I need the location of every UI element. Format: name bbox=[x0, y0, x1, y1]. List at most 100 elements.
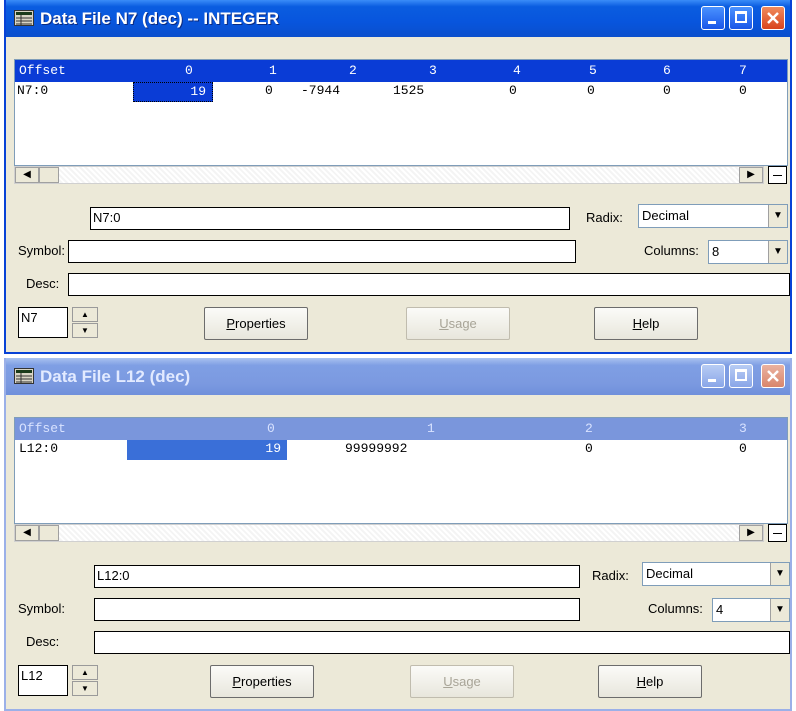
symbol-field[interactable] bbox=[94, 598, 580, 621]
symbol-label: Symbol: bbox=[18, 243, 65, 258]
cell-col-1[interactable]: 99999992 bbox=[345, 441, 407, 456]
scroll-right-icon[interactable]: ▶ bbox=[739, 525, 763, 541]
scroll-thumb[interactable] bbox=[39, 525, 59, 541]
horizontal-scrollbar[interactable]: ◀ ▶ bbox=[14, 166, 764, 184]
header-col-3: 3 bbox=[739, 421, 747, 436]
radix-label: Radix: bbox=[592, 568, 629, 583]
desc-label: Desc: bbox=[26, 276, 60, 291]
cell-col-6[interactable]: 0 bbox=[663, 83, 671, 98]
scroll-thumb[interactable] bbox=[39, 167, 59, 183]
collapse-button[interactable] bbox=[768, 524, 787, 542]
file-input[interactable]: L12 bbox=[18, 665, 68, 696]
close-icon bbox=[767, 370, 779, 382]
help-label: elp bbox=[642, 316, 660, 331]
header-col-5: 5 bbox=[589, 63, 597, 78]
columns-select[interactable]: 4 ▼ bbox=[712, 598, 790, 622]
scroll-left-icon[interactable]: ◀ bbox=[15, 167, 39, 183]
collapse-button[interactable] bbox=[768, 166, 787, 184]
spin-down-icon[interactable]: ▼ bbox=[72, 681, 98, 696]
properties-mnemonic: P bbox=[232, 674, 242, 689]
header-col-4: 4 bbox=[513, 63, 521, 78]
desc-field[interactable] bbox=[94, 631, 790, 654]
title-bar[interactable]: Data File N7 (dec) -- INTEGER bbox=[6, 0, 790, 37]
maximize-button[interactable] bbox=[729, 6, 753, 30]
columns-value: 4 bbox=[716, 602, 724, 617]
data-grid[interactable]: Offset 0 1 2 3 4 5 6 7 19 N7:0 0 -7944 1… bbox=[14, 59, 788, 166]
cell-col-3[interactable]: 0 bbox=[739, 441, 747, 456]
cell-col-5[interactable]: 0 bbox=[587, 83, 595, 98]
cell-col-2[interactable]: -7944 bbox=[301, 83, 340, 98]
grid-header: Offset 0 1 2 3 4 5 6 7 bbox=[15, 60, 787, 82]
header-col-0: 0 bbox=[185, 63, 193, 78]
cell-col-4[interactable]: 0 bbox=[509, 83, 517, 98]
chevron-down-icon[interactable]: ▼ bbox=[770, 599, 789, 621]
close-button[interactable] bbox=[761, 6, 785, 30]
radix-select[interactable]: Decimal ▼ bbox=[642, 562, 790, 586]
window-title: Data File N7 (dec) -- INTEGER bbox=[40, 9, 279, 28]
help-button[interactable]: Help bbox=[598, 665, 702, 698]
columns-label: Columns: bbox=[644, 243, 699, 258]
grid-header: Offset 0 1 2 3 bbox=[15, 418, 787, 440]
usage-mnemonic: U bbox=[439, 316, 449, 331]
spin-down-icon[interactable]: ▼ bbox=[72, 323, 98, 338]
header-offset: Offset bbox=[19, 421, 66, 436]
header-col-1: 1 bbox=[427, 421, 435, 436]
data-grid[interactable]: Offset 0 1 2 3 19 L12:0 99999992 0 0 bbox=[14, 417, 788, 524]
header-col-3: 3 bbox=[429, 63, 437, 78]
header-col-2: 2 bbox=[585, 421, 593, 436]
radix-value: Decimal bbox=[642, 208, 689, 223]
chevron-down-icon[interactable]: ▼ bbox=[770, 563, 789, 585]
header-col-6: 6 bbox=[663, 63, 671, 78]
cell-col-1[interactable]: 0 bbox=[265, 83, 273, 98]
title-bar[interactable]: Data File L12 (dec) bbox=[6, 358, 790, 395]
properties-label: roperties bbox=[241, 674, 292, 689]
usage-label: sage bbox=[448, 316, 477, 331]
cell-col-2[interactable]: 0 bbox=[585, 441, 593, 456]
scroll-right-icon[interactable]: ▶ bbox=[739, 167, 763, 183]
help-button[interactable]: Help bbox=[594, 307, 698, 340]
window-title: Data File L12 (dec) bbox=[40, 367, 191, 386]
desc-field[interactable] bbox=[68, 273, 790, 296]
maximize-icon bbox=[735, 11, 747, 23]
spin-up-icon[interactable]: ▲ bbox=[72, 665, 98, 680]
scroll-left-icon[interactable]: ◀ bbox=[15, 525, 39, 541]
cell-col-3[interactable]: 1525 bbox=[393, 83, 424, 98]
chevron-down-icon[interactable]: ▼ bbox=[768, 205, 787, 227]
file-input[interactable]: N7 bbox=[18, 307, 68, 338]
minus-icon bbox=[773, 533, 782, 534]
radix-label: Radix: bbox=[586, 210, 623, 225]
header-offset: Offset bbox=[19, 63, 66, 78]
address-field[interactable]: L12:0 bbox=[94, 565, 580, 588]
columns-label: Columns: bbox=[648, 601, 703, 616]
properties-button[interactable]: Properties bbox=[210, 665, 314, 698]
header-col-2: 2 bbox=[349, 63, 357, 78]
close-button[interactable] bbox=[761, 364, 785, 388]
usage-button[interactable]: Usage bbox=[410, 665, 514, 698]
columns-select[interactable]: 8 ▼ bbox=[708, 240, 788, 264]
minimize-icon bbox=[708, 21, 716, 24]
usage-mnemonic: U bbox=[443, 674, 453, 689]
radix-select[interactable]: Decimal ▼ bbox=[638, 204, 788, 228]
minimize-button[interactable] bbox=[701, 364, 725, 388]
address-field[interactable]: N7:0 bbox=[90, 207, 570, 230]
header-col-7: 7 bbox=[739, 63, 747, 78]
horizontal-scrollbar[interactable]: ◀ ▶ bbox=[14, 524, 764, 542]
spin-up-icon[interactable]: ▲ bbox=[72, 307, 98, 322]
data-table-icon bbox=[14, 368, 34, 384]
row-address[interactable]: L12:0 bbox=[19, 441, 58, 456]
row-address[interactable]: N7:0 bbox=[17, 83, 48, 98]
usage-label: sage bbox=[452, 674, 481, 689]
usage-button[interactable]: Usage bbox=[406, 307, 510, 340]
maximize-button[interactable] bbox=[729, 364, 753, 388]
chevron-down-icon[interactable]: ▼ bbox=[768, 241, 787, 263]
data-file-window-n7[interactable]: Data File N7 (dec) -- INTEGER Offset 0 1… bbox=[4, 0, 792, 354]
data-file-window-l12[interactable]: Data File L12 (dec) Offset 0 1 2 3 19 L1… bbox=[4, 358, 792, 711]
minimize-button[interactable] bbox=[701, 6, 725, 30]
minus-icon bbox=[773, 175, 782, 176]
data-table-icon bbox=[14, 10, 34, 26]
cell-col-7[interactable]: 0 bbox=[739, 83, 747, 98]
symbol-field[interactable] bbox=[68, 240, 576, 263]
maximize-icon bbox=[735, 369, 747, 381]
properties-button[interactable]: Properties bbox=[204, 307, 308, 340]
radix-value: Decimal bbox=[646, 566, 693, 581]
